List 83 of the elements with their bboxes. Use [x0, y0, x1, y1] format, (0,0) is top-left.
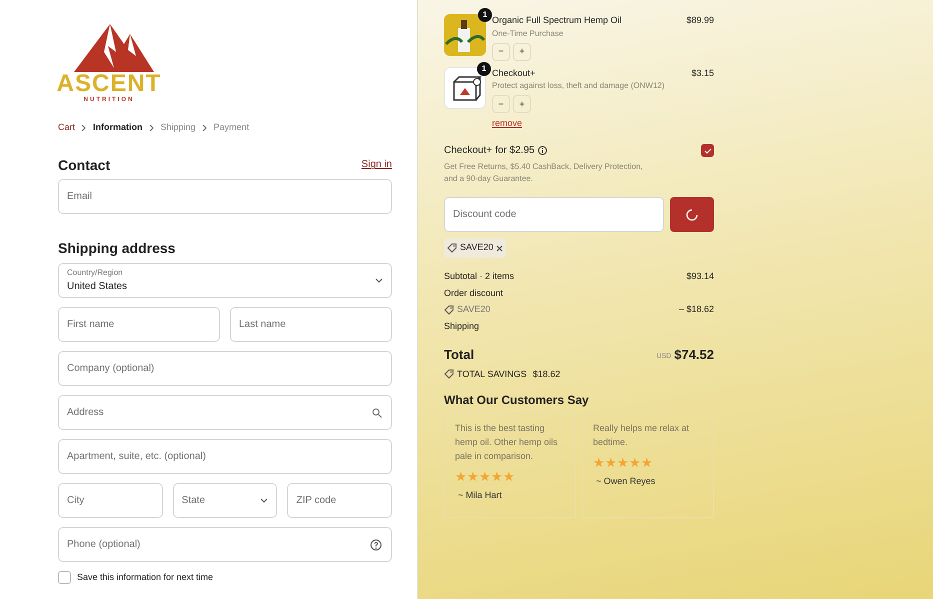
help-icon — [370, 538, 382, 551]
checkbox[interactable] — [701, 144, 714, 157]
select-field[interactable]: Country/Region United States — [58, 263, 392, 298]
summary-value: – $18.62 — [678, 303, 714, 316]
star-icon: ★ — [503, 470, 515, 484]
review-author: ~ Owen Reyes — [595, 475, 656, 488]
product-subtitle: Protect against loss, theft and damage (ONW12) — [492, 80, 666, 92]
close-icon — [496, 244, 504, 252]
breadcrumb-item[interactable]: Cart — [58, 121, 76, 134]
input-field[interactable]: First name — [58, 307, 220, 342]
savings-value: $18.62 — [532, 368, 560, 380]
section-heading: What Our Customers Say — [444, 393, 590, 408]
checkout-plus-title: Checkout+ — [444, 144, 492, 158]
chevron-right-icon — [148, 124, 155, 131]
check-icon — [704, 148, 712, 154]
star-icon: ★ — [629, 456, 641, 470]
star-icon: ★ — [467, 470, 479, 484]
chevron-down-icon — [375, 278, 383, 284]
remove-tag-button[interactable] — [496, 244, 504, 252]
star-icon: ★ — [455, 470, 467, 484]
input-field[interactable]: City — [58, 483, 163, 518]
input-field[interactable]: Last name — [230, 307, 392, 342]
star-icon: ★ — [593, 456, 605, 470]
checkout-plus-description: Get Free Returns, $5.40 CashBack, Delivery Protection, and a 90-day Guarantee. — [444, 161, 644, 185]
checkout-plus-price: for $2.95 — [495, 144, 535, 158]
product-subtitle: One-Time Purchase — [492, 28, 564, 40]
star-icon: ★ — [479, 470, 491, 484]
sign-in-link[interactable]: Sign in — [361, 157, 392, 172]
increase-button[interactable]: + — [513, 95, 531, 113]
tag-icon — [447, 243, 457, 253]
input-field[interactable]: Email — [58, 179, 392, 214]
input-field[interactable]: Company (optional) — [58, 351, 392, 386]
increase-button[interactable]: + — [513, 42, 531, 60]
input-field[interactable]: Address — [58, 395, 392, 430]
star-icon: ★ — [641, 456, 653, 470]
section-heading: Shipping address — [58, 240, 176, 258]
star-icon: ★ — [617, 456, 629, 470]
input-field[interactable]: ZIP code — [287, 483, 392, 518]
review-text: Really helps me relax at bedtime. — [593, 422, 690, 450]
total-value: $74.52 — [674, 346, 714, 364]
select-field[interactable]: State — [172, 483, 278, 518]
decrease-button[interactable]: − — [492, 42, 510, 60]
breadcrumb-item: Payment — [214, 121, 250, 134]
info-icon — [538, 146, 547, 155]
quantity-badge: 1 — [477, 62, 491, 76]
product-name: Organic Full Spectrum Hemp Oil — [492, 14, 622, 27]
star-icon: ★ — [491, 470, 503, 484]
summary-label: Shipping — [444, 320, 480, 333]
apply-button[interactable] — [670, 197, 714, 232]
product-name: Checkout+ — [492, 66, 536, 80]
bottle-drawing — [444, 20, 486, 52]
package-drawing — [453, 76, 482, 100]
summary-value: $93.14 — [686, 270, 714, 283]
discount-tag-label: SAVE20 — [460, 241, 494, 254]
decrease-button[interactable]: − — [492, 95, 510, 113]
star-icon: ★ — [605, 456, 617, 470]
spinner-icon — [686, 208, 698, 220]
discount-field[interactable]: Discount code — [444, 197, 664, 232]
input-field[interactable]: Apartment, suite, etc. (optional) — [58, 439, 392, 474]
savings-label: TOTAL SAVINGS — [457, 368, 527, 380]
product-price: $89.99 — [686, 14, 714, 27]
breadcrumb-item: Information — [93, 121, 143, 134]
chevron-down-icon — [260, 498, 268, 504]
discount-code-label: SAVE20 — [457, 303, 490, 316]
chevron-right-icon — [81, 124, 88, 131]
input-field[interactable]: Phone (optional) — [58, 527, 392, 562]
summary-label: Order discount — [444, 286, 504, 300]
search-icon — [372, 408, 382, 418]
section-heading: Contact — [58, 156, 110, 174]
quantity-badge: 1 — [478, 8, 492, 22]
remove-link[interactable]: remove — [492, 118, 522, 128]
logo-wordmark: ASCENT — [56, 72, 162, 96]
product-price: $3.15 — [691, 66, 714, 80]
tag-icon — [444, 304, 454, 315]
review-text: This is the best tasting hemp oil. Other hemp oils pale in comparison. — [455, 422, 559, 464]
checkbox-label: Save this information for next time — [77, 571, 214, 584]
chevron-right-icon — [202, 124, 208, 131]
review-author: ~ Mila Hart — [457, 489, 503, 502]
tag-icon — [444, 369, 454, 380]
summary-label: Subtotal · 2 items — [444, 270, 514, 283]
breadcrumb-item: Shipping — [160, 121, 196, 134]
total-label: Total — [444, 346, 474, 364]
checkbox[interactable] — [58, 571, 71, 584]
